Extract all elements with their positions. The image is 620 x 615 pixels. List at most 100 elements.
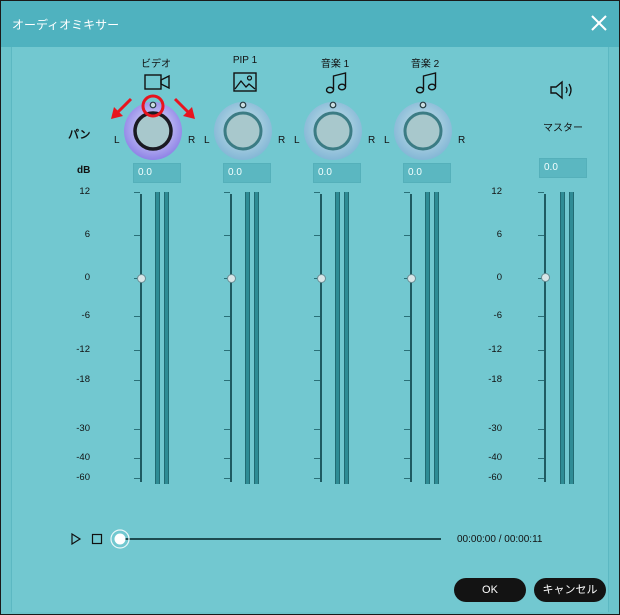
db-scale-left-tick-label: -30 bbox=[76, 423, 90, 434]
level-meter-master-right bbox=[569, 192, 574, 484]
fader-handle-music1[interactable] bbox=[316, 274, 326, 283]
db-scale-left-tick-label: -60 bbox=[76, 472, 90, 483]
fader-tick-mark bbox=[224, 316, 230, 317]
pan-right-label-pip1: R bbox=[278, 135, 286, 146]
db-scale-left-tick-label: -12 bbox=[76, 344, 90, 355]
ok-button[interactable]: OK bbox=[454, 578, 526, 602]
channel-name-pip1: PIP 1 bbox=[232, 55, 258, 66]
db-label: dB bbox=[77, 165, 91, 176]
mixer-panel: パン dB 12 6 0 -6 -12 -18 -30 -40 -60 12 6 0 -6 -12 -18… bbox=[11, 47, 609, 612]
fader-tick-mark bbox=[224, 235, 230, 236]
fader-tick-mark bbox=[224, 478, 230, 479]
cancel-button[interactable]: キャンセル bbox=[534, 578, 606, 602]
fader-track-music1[interactable] bbox=[320, 194, 322, 482]
db-value-music1[interactable]: 0.0 bbox=[313, 163, 361, 183]
level-meter-master-left bbox=[560, 192, 565, 484]
db-scale-right-tick-label: 0 bbox=[496, 272, 502, 283]
image-icon bbox=[233, 72, 257, 92]
pan-right-label-video: R bbox=[188, 135, 196, 146]
fader-tick-mark bbox=[404, 429, 410, 430]
level-meter-pip1-right bbox=[254, 192, 259, 484]
level-meter-music1-left bbox=[335, 192, 340, 484]
fader-tick-mark bbox=[134, 316, 140, 317]
level-meter-music1-right bbox=[344, 192, 349, 484]
db-scale-right-tick-label: -60 bbox=[488, 472, 502, 483]
fader-tick-mark bbox=[404, 380, 410, 381]
pan-knob-music1[interactable] bbox=[301, 93, 365, 163]
fader-tick-mark bbox=[404, 192, 410, 193]
pan-knob-music2[interactable] bbox=[391, 93, 455, 163]
db-scale-right-tick-label: -6 bbox=[493, 310, 502, 321]
level-meter-music2-left bbox=[425, 192, 430, 484]
fader-tick-mark bbox=[314, 429, 320, 430]
channel-name-master: マスター bbox=[543, 123, 583, 134]
fader-tick-mark bbox=[314, 350, 320, 351]
db-value-music2[interactable]: 0.0 bbox=[403, 163, 451, 183]
pan-left-label-video: L bbox=[114, 135, 120, 146]
channel-name-music2: 音楽 2 bbox=[410, 59, 440, 70]
fader-tick-mark bbox=[538, 380, 544, 381]
stop-icon[interactable] bbox=[91, 533, 103, 545]
music-note-icon bbox=[415, 72, 437, 94]
fader-tick-mark bbox=[134, 350, 140, 351]
fader-handle-pip1[interactable] bbox=[226, 274, 236, 283]
fader-tick-mark bbox=[134, 458, 140, 459]
fader-tick-mark bbox=[134, 192, 140, 193]
channel-name-music1: 音楽 1 bbox=[320, 59, 350, 70]
db-value-pip1[interactable]: 0.0 bbox=[223, 163, 271, 183]
db-scale-right-tick-label: -30 bbox=[488, 423, 502, 434]
audio-mixer-window: オーディオミキサー パン dB 12 6 0 -6 -12 -18 -30 -40 -60 12… bbox=[0, 0, 620, 615]
db-scale-right-tick-label: -40 bbox=[488, 452, 502, 463]
fader-tick-mark bbox=[224, 380, 230, 381]
fader-track-video[interactable] bbox=[140, 194, 142, 482]
fader-tick-mark bbox=[224, 192, 230, 193]
level-meter-video-left bbox=[155, 192, 160, 484]
window-title: オーディオミキサー bbox=[12, 18, 120, 32]
playback-position-handle[interactable] bbox=[110, 529, 130, 549]
play-icon[interactable] bbox=[70, 533, 82, 545]
fader-tick-mark bbox=[134, 380, 140, 381]
level-meter-video-right bbox=[164, 192, 169, 484]
fader-tick-mark bbox=[404, 316, 410, 317]
speaker-icon bbox=[550, 80, 572, 100]
fader-handle-music2[interactable] bbox=[406, 274, 416, 283]
fader-tick-mark bbox=[224, 458, 230, 459]
db-scale-left-tick-label: -40 bbox=[76, 452, 90, 463]
fader-track-pip1[interactable] bbox=[230, 194, 232, 482]
fader-handle-video[interactable] bbox=[136, 274, 146, 283]
title-bar[interactable]: オーディオミキサー bbox=[1, 1, 619, 47]
fader-handle-master[interactable] bbox=[540, 273, 550, 282]
db-scale-left-tick-label: 6 bbox=[84, 229, 90, 240]
db-value-video[interactable]: 0.0 bbox=[133, 163, 181, 183]
fader-tick-mark bbox=[134, 429, 140, 430]
fader-tick-mark bbox=[224, 429, 230, 430]
fader-tick-mark bbox=[538, 429, 544, 430]
fader-track-master[interactable] bbox=[544, 194, 546, 482]
db-scale-left-tick-label: 0 bbox=[84, 272, 90, 283]
fader-tick-mark bbox=[538, 316, 544, 317]
annotation-arrows-icon bbox=[111, 94, 195, 119]
db-value-master[interactable]: 0.0 bbox=[539, 158, 587, 178]
fader-track-music2[interactable] bbox=[410, 194, 412, 482]
pan-left-label-music1: L bbox=[294, 135, 300, 146]
pan-knob-pip1[interactable] bbox=[211, 93, 275, 163]
db-scale-right-tick-label: 6 bbox=[496, 229, 502, 240]
fader-tick-mark bbox=[314, 235, 320, 236]
channel-name-video: ビデオ bbox=[141, 59, 171, 70]
fader-tick-mark bbox=[314, 380, 320, 381]
level-meter-music2-right bbox=[434, 192, 439, 484]
fader-tick-mark bbox=[314, 478, 320, 479]
fader-tick-mark bbox=[404, 478, 410, 479]
fader-tick-mark bbox=[538, 478, 544, 479]
playback-time: 00:00:00 / 00:00:11 bbox=[457, 534, 543, 545]
close-icon[interactable] bbox=[589, 13, 609, 33]
playback-progress-bar[interactable] bbox=[121, 538, 441, 540]
music-note-icon bbox=[325, 72, 347, 94]
pan-left-label-pip1: L bbox=[204, 135, 210, 146]
fader-tick-mark bbox=[404, 458, 410, 459]
fader-tick-mark bbox=[314, 458, 320, 459]
pan-left-label-music2: L bbox=[384, 135, 390, 146]
fader-tick-mark bbox=[314, 192, 320, 193]
fader-tick-mark bbox=[538, 235, 544, 236]
fader-tick-mark bbox=[404, 350, 410, 351]
